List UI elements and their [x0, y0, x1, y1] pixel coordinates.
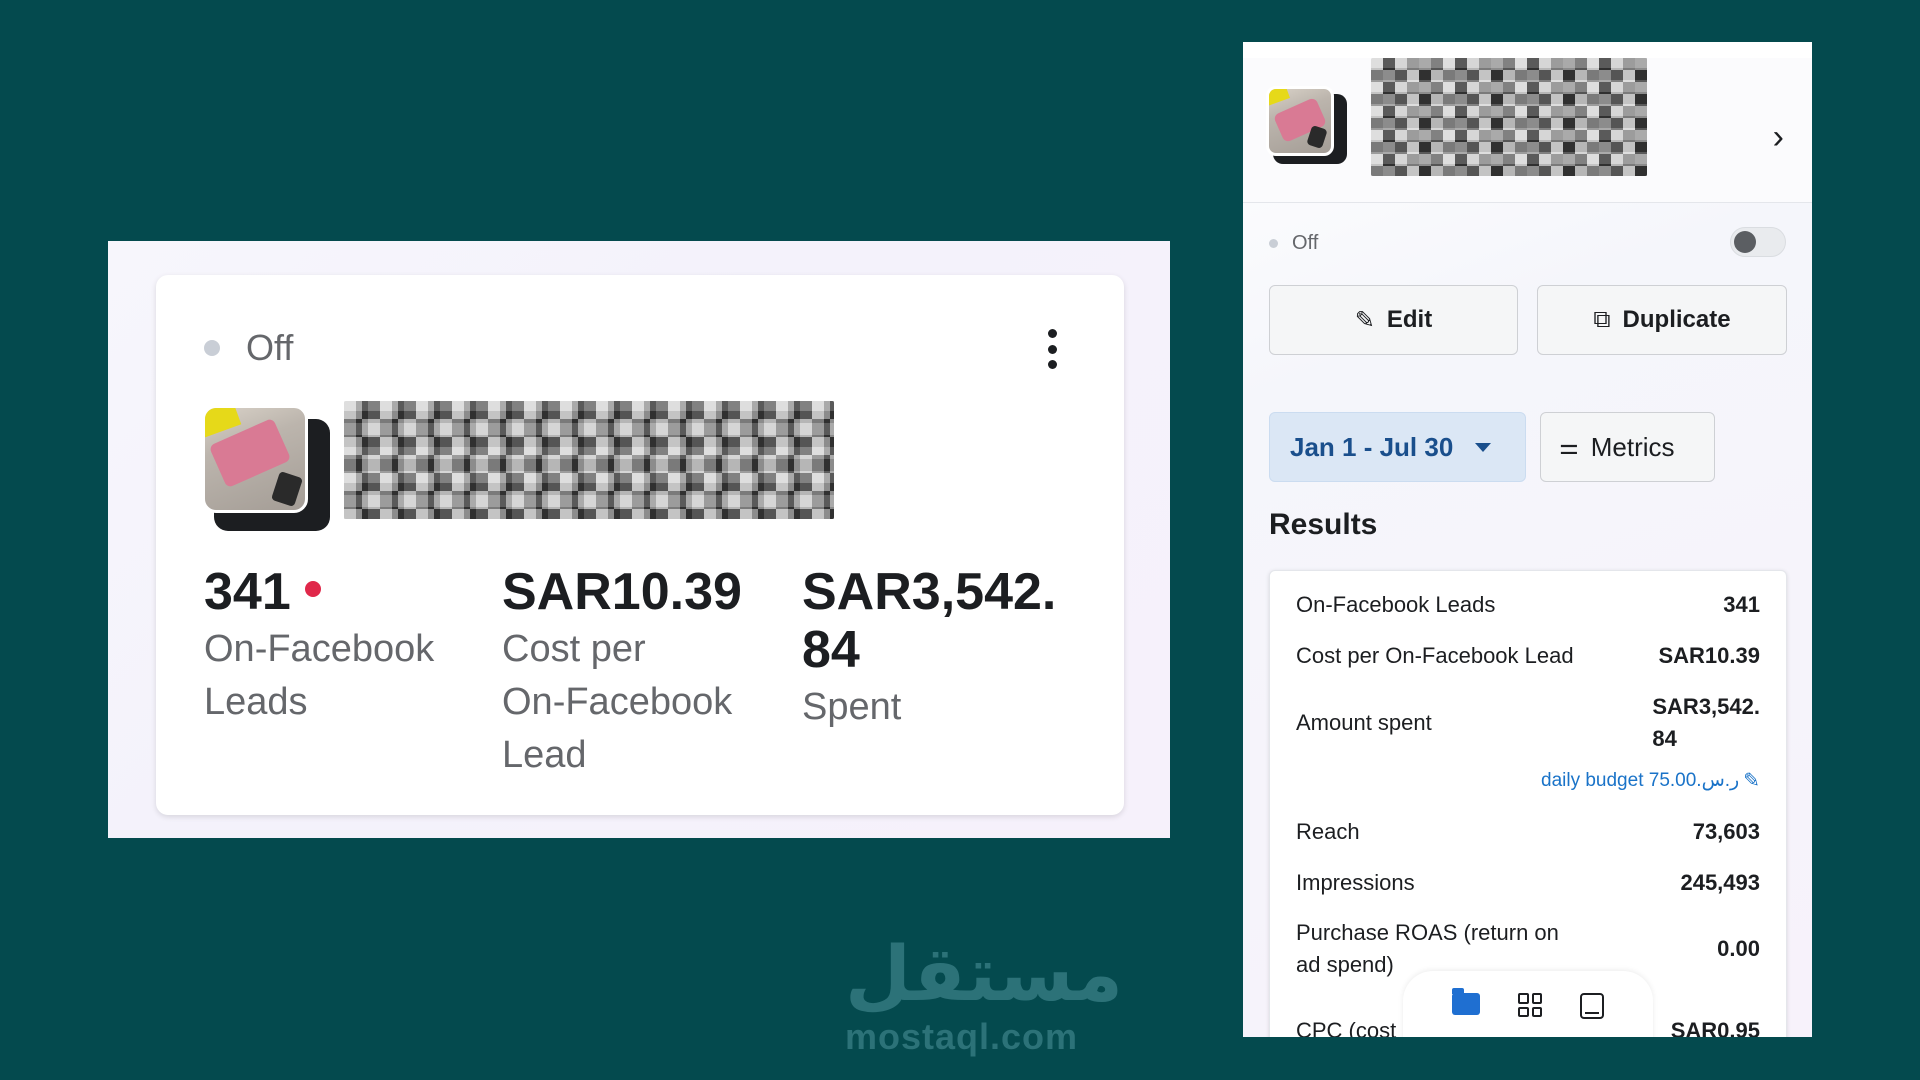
results-title: Results	[1269, 508, 1378, 541]
right-screenshot: › Off ✎ Edit ⧉ Duplicate Jan 1 - Jul 30 …	[1243, 42, 1812, 1037]
result-value: 245,493	[1680, 870, 1760, 895]
copy-icon: ⧉	[1593, 306, 1611, 333]
result-row: Impressions 245,493	[1296, 867, 1760, 899]
metric-spent: SAR3,542. 84 Spent	[802, 563, 1056, 734]
metric-cpl-value: SAR10.39	[502, 563, 742, 621]
result-key: Reach	[1296, 819, 1360, 844]
watermark-logo: مستقل	[845, 929, 1123, 1018]
edit-button[interactable]: ✎ Edit	[1269, 285, 1518, 355]
metric-cpl-label-1: Cost per	[502, 628, 646, 670]
ad-thumbnail	[202, 405, 308, 513]
result-value: 0.00	[1717, 936, 1760, 961]
result-row: Cost per On-Facebook Lead SAR10.39	[1296, 640, 1760, 672]
result-value: SAR0.95	[1670, 1018, 1760, 1037]
result-value: 341	[1723, 592, 1760, 617]
status-dot	[204, 340, 220, 356]
daily-budget-text: daily budget 75.00.ر.س	[1541, 770, 1740, 791]
result-value: SAR10.39	[1658, 643, 1760, 668]
pencil-icon: ✎	[1743, 770, 1760, 792]
status-label: Off	[1292, 232, 1319, 254]
metric-cost-per-lead: SAR10.39 Cost per On-Facebook Lead	[502, 563, 742, 782]
status-row: Off	[204, 327, 293, 369]
metrics-label: Metrics	[1590, 431, 1675, 462]
sliders-icon: ⚌	[1559, 434, 1579, 459]
metric-cpl-label-2: On-Facebook	[502, 681, 733, 723]
watermark-site: mostaql.com	[845, 1016, 1079, 1057]
duplicate-button[interactable]: ⧉ Duplicate	[1537, 285, 1787, 355]
tablet-icon[interactable]	[1580, 993, 1604, 1019]
bottom-nav-bar	[1403, 971, 1653, 1037]
pencil-icon: ✎	[1354, 306, 1375, 334]
metric-leads-label-1: On-Facebook	[204, 628, 435, 670]
edit-label: Edit	[1386, 306, 1433, 333]
metric-cpl-label-3: Lead	[502, 734, 587, 776]
redacted-ad-name	[344, 401, 834, 519]
result-key-line-1: Purchase ROAS (return on	[1296, 920, 1559, 945]
results-card: On-Facebook Leads 341 Cost per On-Facebo…	[1269, 570, 1787, 1037]
result-value: 73,603	[1692, 819, 1760, 844]
status-label: Off	[246, 327, 294, 368]
result-row: Amount spent SAR3,542. 84	[1296, 691, 1760, 755]
result-value-line-1: SAR3,542.	[1652, 694, 1760, 719]
ad-header[interactable]: ›	[1243, 58, 1812, 203]
redacted-ad-name	[1371, 58, 1647, 176]
status-dot	[1269, 239, 1278, 248]
metric-leads-value: 341	[204, 563, 291, 621]
metric-spent-value-2: 84	[802, 621, 860, 679]
result-row: Reach 73,603	[1296, 816, 1760, 848]
metric-spent-value-1: SAR3,542.	[802, 563, 1057, 621]
result-value-line-2: 84	[1652, 726, 1677, 751]
date-range-dropdown[interactable]: Jan 1 - Jul 30	[1269, 412, 1526, 482]
result-key: Cost per On-Facebook Lead	[1296, 643, 1574, 668]
result-key: Amount spent	[1296, 710, 1432, 735]
chevron-right-icon[interactable]: ›	[1773, 120, 1784, 154]
result-key: CPC (cost	[1296, 1018, 1397, 1037]
metric-leads-label-2: Leads	[204, 681, 308, 723]
metric-spent-label: Spent	[802, 686, 902, 728]
folder-icon[interactable]	[1452, 988, 1480, 1015]
caret-down-icon	[1475, 442, 1492, 452]
ad-toggle[interactable]	[1730, 227, 1786, 257]
date-range-label: Jan 1 - Jul 30	[1290, 431, 1454, 462]
daily-budget-link[interactable]: daily budget 75.00.ر.س ✎	[1541, 768, 1760, 793]
status-row: Off	[1269, 232, 1318, 255]
result-value: SAR3,542. 84	[1652, 691, 1760, 755]
result-row: On-Facebook Leads 341	[1296, 589, 1760, 621]
more-options-icon[interactable]	[1046, 329, 1058, 369]
duplicate-label: Duplicate	[1622, 306, 1731, 333]
ad-thumbnail	[1266, 86, 1334, 156]
grid-icon[interactable]	[1518, 993, 1542, 1017]
ad-summary-card[interactable]: Off 341 On-Facebook Leads SAR10.39 Cost …	[156, 275, 1124, 815]
metrics-button[interactable]: ⚌ Metrics	[1540, 412, 1715, 482]
metric-leads: 341 On-Facebook Leads	[204, 563, 434, 729]
result-key: On-Facebook Leads	[1296, 592, 1496, 617]
alert-dot	[304, 581, 321, 598]
result-key: Impressions	[1296, 870, 1415, 895]
left-screenshot: Off 341 On-Facebook Leads SAR10.39 Cost …	[108, 241, 1170, 838]
